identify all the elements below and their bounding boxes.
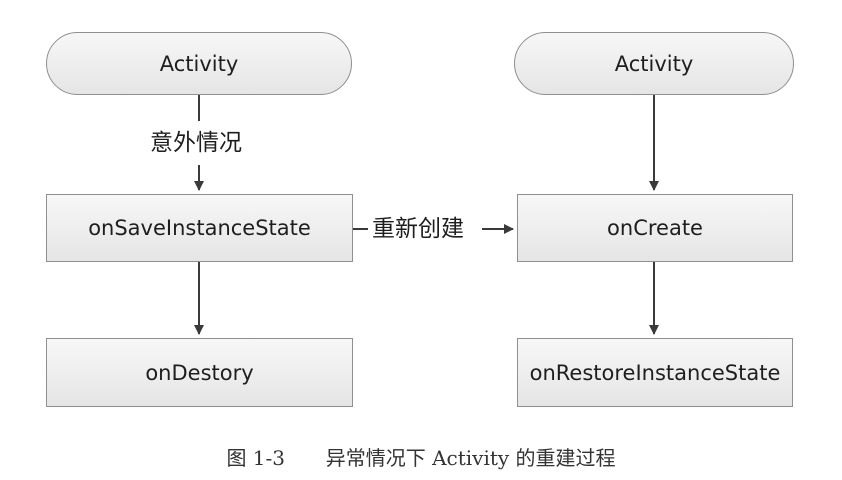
figure-caption: 图 1-3 异常情况下 Activity 的重建过程: [0, 442, 842, 471]
edge-label-recreate: 重新创建: [370, 214, 466, 244]
figure-title: 异常情况下 Activity 的重建过程: [325, 446, 616, 470]
on-destroy-node: onDestory: [46, 338, 353, 407]
on-save-instance-state-node: onSaveInstanceState: [46, 194, 353, 262]
edge-label-unexpected: 意外情况: [146, 128, 246, 158]
on-create-node: onCreate: [517, 194, 793, 262]
figure-number: 图 1-3: [226, 446, 286, 470]
left-activity-node: Activity: [46, 32, 352, 95]
on-restore-instance-state-node: onRestoreInstanceState: [517, 338, 793, 407]
right-activity-node: Activity: [514, 32, 794, 95]
